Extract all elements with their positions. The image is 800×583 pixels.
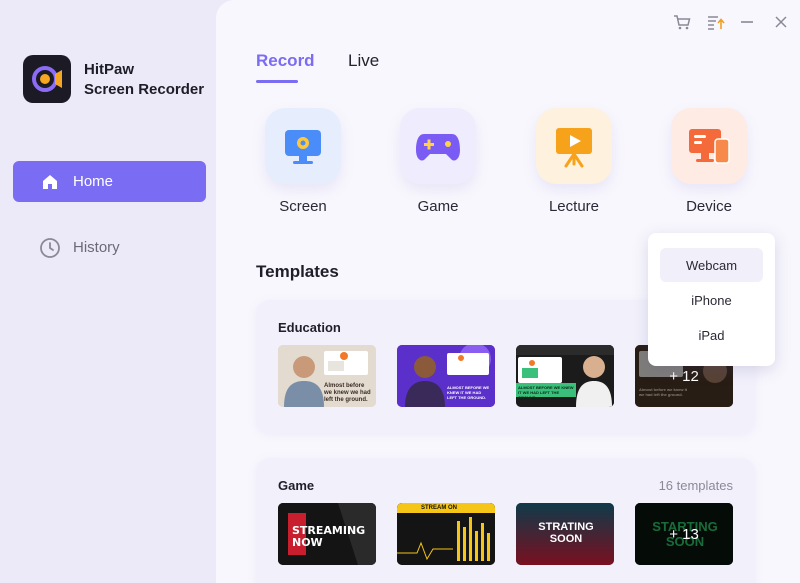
record-mode-label: Lecture (548, 198, 600, 215)
template-thumbnail[interactable]: Almost before we knew we had left the gr… (278, 345, 376, 407)
card-title: Education (278, 320, 341, 335)
record-mode-lecture[interactable]: Lecture (534, 108, 614, 215)
template-thumbnail[interactable]: ALMOST BEFORE WE KNEW IT WE HAD LEFT THE… (397, 345, 495, 407)
template-thumbnail[interactable]: STRATING SOON (516, 503, 614, 565)
template-count: 16 templates (658, 478, 733, 493)
app-logo (23, 55, 71, 103)
thumbnail-caption: STREAM ON (421, 505, 457, 511)
app-name-line2: Screen Recorder (84, 81, 205, 98)
sidebar-item-history[interactable]: History (13, 227, 206, 268)
device-icon (671, 108, 747, 184)
template-thumbnail[interactable]: STARTING SOON + 13 (635, 503, 733, 565)
cart-icon[interactable] (672, 12, 692, 32)
minimize-icon[interactable] (737, 12, 757, 32)
dropdown-option-iphone[interactable]: iPhone (660, 283, 763, 317)
card-title: Game (278, 478, 315, 493)
tab-live[interactable]: Live (348, 51, 379, 71)
record-mode-game[interactable]: Game (398, 108, 478, 215)
thumbnail-caption: STREAMING NOW (292, 524, 366, 549)
thumbnail-caption: Almost before we knew we had left the gr… (324, 383, 371, 403)
clock-icon (39, 237, 61, 259)
app-name-line1: HitPaw (84, 61, 135, 78)
record-mode-device[interactable]: Device (669, 108, 749, 215)
record-mode-screen[interactable]: Screen (263, 108, 343, 215)
dropdown-option-ipad[interactable]: iPad (660, 318, 763, 352)
sidebar-item-label: Home (73, 173, 114, 190)
camera-logo-icon (32, 66, 62, 92)
dropdown-option-webcam[interactable]: Webcam (660, 248, 763, 282)
close-icon[interactable] (771, 12, 791, 32)
app-name: HitPaw Screen Recorder (84, 60, 214, 100)
update-icon[interactable] (706, 12, 726, 32)
record-mode-label: Screen (279, 198, 327, 215)
thumbnail-caption: STRATING SOON (538, 521, 594, 545)
template-thumbnail[interactable]: ALMOST BEFORE WE KNEW IT WE HAD LEFT THE… (516, 345, 614, 407)
sidebar-item-home[interactable]: Home (13, 161, 206, 202)
templates-title: Templates (256, 262, 339, 281)
home-icon (39, 171, 61, 193)
thumbnail-caption: ALMOST BEFORE WE KNEW IT WE HAD LEFT THE… (447, 385, 490, 400)
game-template-card: Game 16 templates STREAMING NOW STREAM O… (256, 458, 755, 583)
device-dropdown: Webcam iPhone iPad (648, 233, 775, 366)
tab-underline (256, 80, 298, 83)
tab-record[interactable]: Record (256, 51, 315, 71)
sidebar-item-label: History (73, 239, 120, 256)
sidebar: HitPaw Screen Recorder Home History (0, 0, 216, 583)
record-mode-label: Device (686, 198, 732, 215)
template-thumbnail[interactable]: STREAMING NOW (278, 503, 376, 565)
template-thumbnail[interactable]: STREAM ON (397, 503, 495, 565)
gamepad-icon (400, 108, 476, 184)
presentation-icon (536, 108, 612, 184)
more-templates-overlay[interactable]: + 13 (635, 503, 733, 565)
monitor-icon (265, 108, 341, 184)
thumbnail-caption: ALMOST BEFORE WE KNEW IT WE HAD LEFT THE… (518, 385, 574, 400)
record-mode-label: Game (417, 198, 459, 215)
